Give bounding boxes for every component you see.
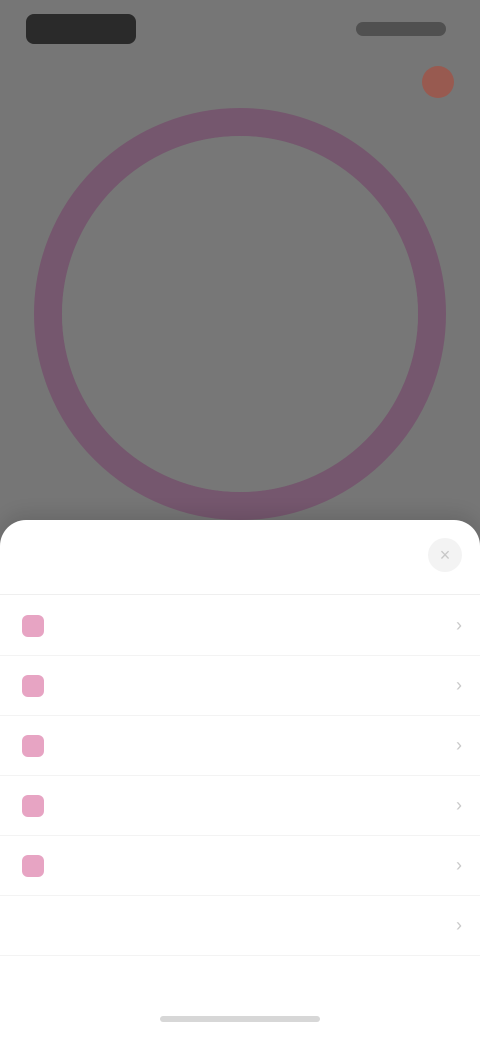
option-5-icon: [22, 854, 44, 877]
sheet-option-6[interactable]: ›: [0, 896, 480, 956]
sheet-option-2[interactable]: ›: [0, 656, 480, 716]
chevron-right-icon: ›: [456, 795, 462, 815]
option-3-icon: [22, 734, 44, 757]
sheet-option-1[interactable]: ›: [0, 596, 480, 656]
sheet-options-list: › › › › › ›: [0, 596, 480, 956]
close-icon: ×: [439, 544, 451, 565]
option-2-icon: [22, 674, 44, 697]
chevron-right-icon: ›: [456, 915, 462, 935]
chevron-right-icon: ›: [456, 675, 462, 695]
home-indicator: [160, 1016, 320, 1022]
option-4-icon: [22, 794, 44, 817]
chevron-right-icon: ›: [456, 735, 462, 755]
chevron-right-icon: ›: [456, 615, 462, 635]
bottom-sheet: × › › › › › ›: [0, 520, 480, 1040]
option-1-icon: [22, 614, 44, 637]
option-6-icon: [22, 915, 44, 937]
app-screen: × › › › › › ›: [0, 0, 480, 1040]
sheet-option-3[interactable]: ›: [0, 716, 480, 776]
sheet-option-5[interactable]: ›: [0, 836, 480, 896]
sheet-option-4[interactable]: ›: [0, 776, 480, 836]
close-button[interactable]: ×: [428, 538, 462, 572]
sheet-header: ×: [0, 520, 480, 595]
chevron-right-icon: ›: [456, 855, 462, 875]
